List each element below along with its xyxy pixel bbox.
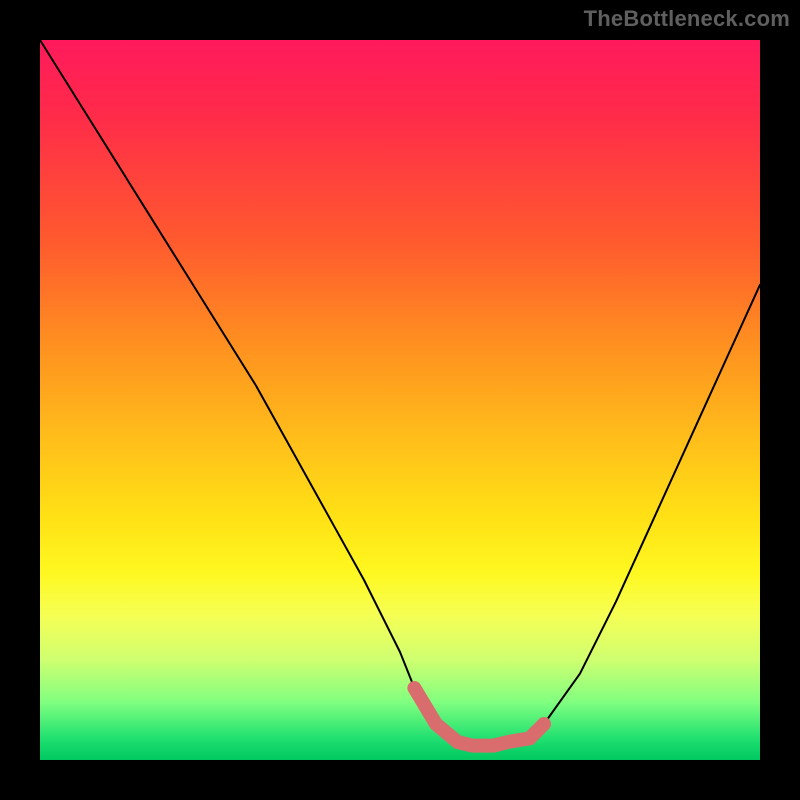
highlight-segment-right <box>530 724 544 738</box>
chart-frame: TheBottleneck.com <box>0 0 800 800</box>
highlight-segment-left <box>414 688 457 742</box>
main-curve <box>40 40 760 746</box>
highlight-segment-bottom <box>458 738 530 745</box>
watermark-text: TheBottleneck.com <box>584 6 790 32</box>
chart-svg <box>40 40 760 760</box>
plot-area <box>40 40 760 760</box>
